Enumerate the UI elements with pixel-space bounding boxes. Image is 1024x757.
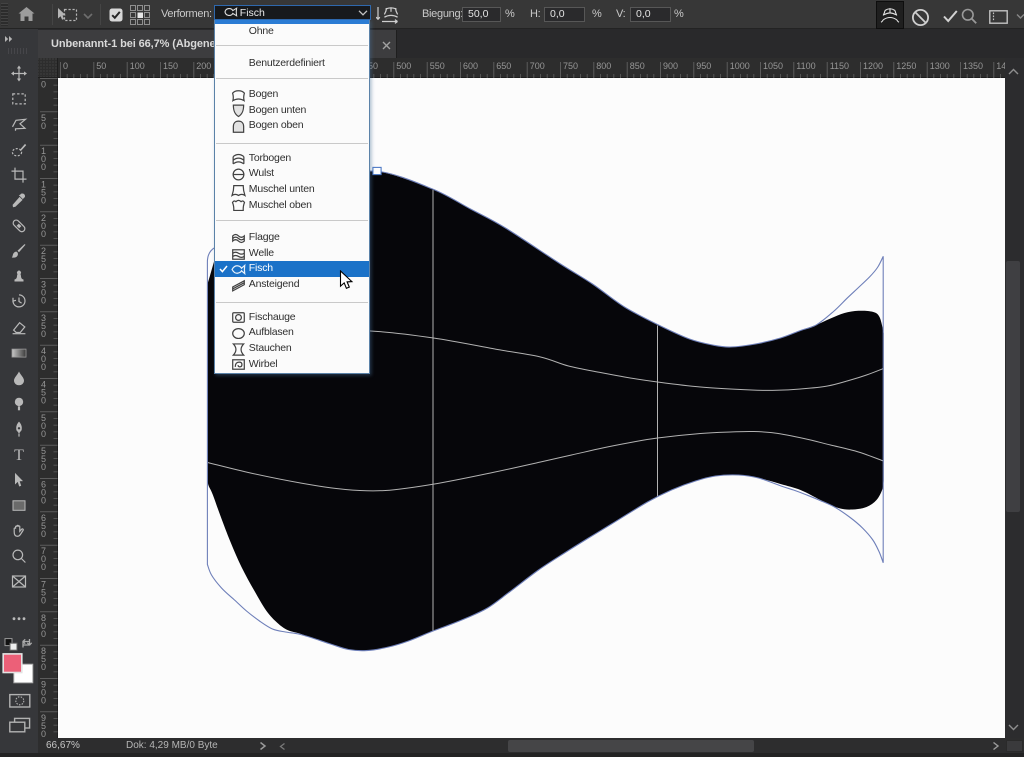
svg-text:700: 700 bbox=[530, 61, 545, 71]
svg-text:0: 0 bbox=[41, 429, 46, 439]
svg-text:0: 0 bbox=[41, 696, 46, 706]
svg-text:0: 0 bbox=[41, 596, 46, 606]
svg-text:1250: 1250 bbox=[896, 61, 916, 71]
svg-text:0: 0 bbox=[41, 229, 46, 239]
svg-text:0: 0 bbox=[41, 496, 46, 506]
svg-text:800: 800 bbox=[596, 61, 611, 71]
svg-text:0: 0 bbox=[41, 162, 46, 172]
svg-text:0: 0 bbox=[41, 396, 46, 406]
svg-text:600: 600 bbox=[463, 61, 478, 71]
svg-text:850: 850 bbox=[630, 61, 645, 71]
svg-text:1300: 1300 bbox=[930, 61, 950, 71]
svg-text:0: 0 bbox=[41, 262, 46, 272]
svg-text:150: 150 bbox=[163, 61, 178, 71]
svg-text:0: 0 bbox=[41, 80, 46, 90]
svg-text:1100: 1100 bbox=[796, 61, 815, 71]
svg-text:550: 550 bbox=[430, 61, 445, 71]
svg-text:650: 650 bbox=[496, 61, 511, 71]
svg-text:0: 0 bbox=[41, 662, 46, 672]
svg-text:0: 0 bbox=[41, 462, 46, 472]
svg-text:0: 0 bbox=[41, 296, 46, 306]
svg-text:0: 0 bbox=[63, 61, 68, 71]
svg-text:1400: 1400 bbox=[996, 61, 1005, 71]
svg-text:900: 900 bbox=[663, 61, 678, 71]
svg-text:T: T bbox=[14, 447, 24, 464]
svg-text:0: 0 bbox=[41, 629, 46, 639]
svg-text:200: 200 bbox=[196, 61, 211, 71]
svg-text:500: 500 bbox=[396, 61, 411, 71]
svg-text:100: 100 bbox=[130, 61, 145, 71]
svg-text:950: 950 bbox=[696, 61, 711, 71]
svg-text:1000: 1000 bbox=[730, 61, 750, 71]
svg-text:0: 0 bbox=[41, 562, 46, 572]
svg-text:0: 0 bbox=[41, 121, 46, 131]
svg-text:0: 0 bbox=[41, 529, 46, 539]
svg-text:0: 0 bbox=[41, 196, 46, 206]
svg-text:1200: 1200 bbox=[863, 61, 883, 71]
svg-text:750: 750 bbox=[563, 61, 578, 71]
svg-text:0: 0 bbox=[41, 729, 46, 738]
svg-text:1050: 1050 bbox=[763, 61, 783, 71]
svg-text:50: 50 bbox=[96, 61, 106, 71]
svg-text:1350: 1350 bbox=[963, 61, 983, 71]
svg-text:0: 0 bbox=[41, 362, 46, 372]
svg-text:0: 0 bbox=[41, 329, 46, 339]
svg-text:1150: 1150 bbox=[830, 61, 849, 71]
